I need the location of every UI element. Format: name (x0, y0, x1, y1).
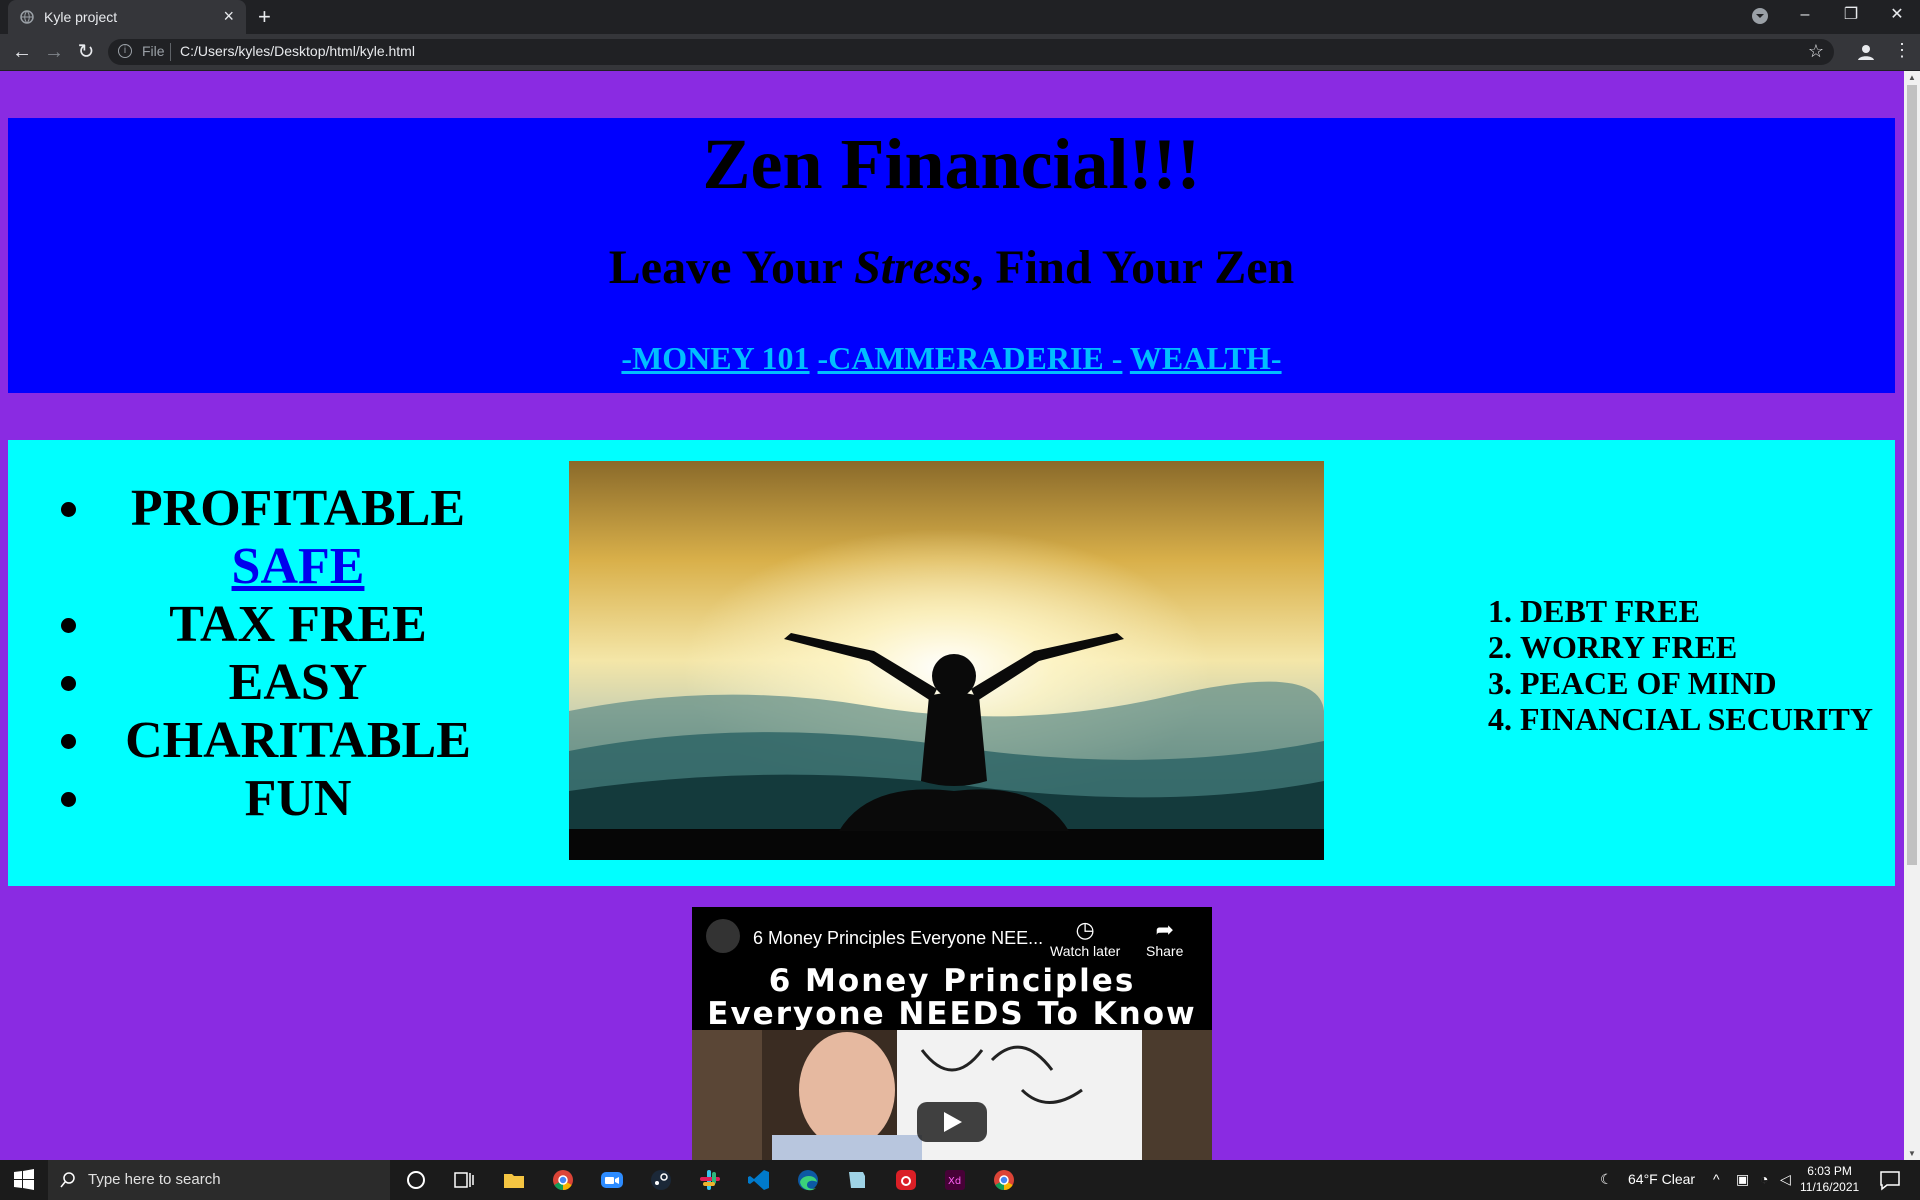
share-label: Share (1146, 943, 1184, 959)
cortana-icon[interactable] (404, 1168, 428, 1192)
slack-icon[interactable] (698, 1168, 722, 1192)
taskbar-search-box[interactable]: Type here to search (48, 1160, 390, 1200)
clock-time: 6:03 PM (1807, 1164, 1852, 1178)
volume-icon[interactable]: ◁ (1780, 1171, 1791, 1188)
reload-button[interactable]: ↻ (72, 38, 100, 66)
feature-profitable: PROFITABLE (130, 480, 466, 537)
tab-close-icon[interactable]: × (223, 6, 234, 27)
search-placeholder: Type here to search (88, 1171, 221, 1188)
tagline-emphasis: Stress (854, 241, 972, 294)
creative-cloud-icon[interactable] (894, 1168, 918, 1192)
chrome-active-icon[interactable] (992, 1168, 1016, 1192)
share-icon: ➦ (1155, 917, 1174, 942)
tagline-end: , Find Your Zen (971, 241, 1295, 294)
search-icon (60, 1172, 75, 1188)
nav-link-wealth[interactable]: WEALTH- (1130, 340, 1282, 376)
browser-tab[interactable]: Kyle project × (8, 0, 246, 34)
video-title[interactable]: 6 Money Principles Everyone NEE... (753, 928, 1043, 949)
feature-section: PROFITABLESAFE TAX FREE EASY CHARITABLE … (8, 440, 1895, 886)
benefit-item: FINANCIAL SECURITY (1520, 701, 1873, 737)
feature-item: FUN (98, 770, 498, 828)
globe-icon (20, 10, 34, 24)
svg-text:Xd: Xd (948, 1176, 961, 1187)
vertical-scrollbar[interactable]: ▲ ▼ (1904, 71, 1920, 1160)
vscode-icon[interactable] (747, 1168, 771, 1192)
chrome-icon[interactable] (551, 1168, 575, 1192)
minimize-button[interactable]: – (1782, 0, 1828, 34)
new-tab-button[interactable]: + (258, 4, 271, 30)
steam-icon[interactable] (649, 1168, 673, 1192)
nav-links: -MONEY 101 -CAMMERADERIE - WEALTH- (8, 340, 1895, 377)
windows-taskbar: Type here to search Xd ☾ 64°F Clear ^ ▣ … (0, 1160, 1920, 1200)
benefit-item: PEACE OF MIND (1520, 665, 1873, 701)
notification-icon[interactable] (1878, 1168, 1902, 1192)
benefit-item: WORRY FREE (1520, 629, 1873, 665)
weather-text[interactable]: 64°F Clear (1628, 1171, 1695, 1187)
video-thumbnail-image (692, 1030, 1212, 1160)
browser-toolbar: ← → ↻ i File C:/Users/kyles/Desktop/html… (0, 34, 1920, 71)
address-url[interactable]: C:/Users/kyles/Desktop/html/kyle.html (180, 43, 415, 59)
moon-weather-icon[interactable]: ☾ (1600, 1171, 1613, 1188)
benefit-item: DEBT FREE (1520, 593, 1873, 629)
task-view-icon[interactable] (452, 1168, 476, 1192)
nav-link-money-101[interactable]: -MONEY 101 (621, 340, 809, 376)
back-button[interactable]: ← (8, 38, 36, 66)
nav-link-cammeraderie[interactable]: -CAMMERADERIE - (818, 340, 1123, 376)
header-section: Zen Financial!!! Leave Your Stress, Find… (8, 118, 1895, 393)
tab-title: Kyle project (44, 9, 118, 25)
zoom-icon[interactable] (600, 1168, 624, 1192)
scroll-down-arrow-icon[interactable]: ▼ (1908, 1149, 1916, 1158)
feature-item: CHARITABLE (98, 712, 498, 770)
account-icon[interactable] (1857, 43, 1875, 61)
channel-avatar[interactable] (706, 919, 740, 953)
watch-later-label: Watch later (1050, 943, 1121, 959)
menu-icon[interactable]: ⋮ (1893, 40, 1911, 61)
file-explorer-icon[interactable] (502, 1168, 526, 1192)
close-window-button[interactable]: ✕ (1874, 0, 1920, 34)
page-title: Zen Financial!!! (702, 124, 1201, 204)
clock-icon: ◷ (1075, 917, 1095, 942)
scroll-up-arrow-icon[interactable]: ▲ (1908, 73, 1916, 82)
video-thumbnail-title: 6 Money Principles Everyone NEEDS To Know (692, 965, 1212, 1031)
tab-search-icon[interactable] (1752, 8, 1768, 24)
share-button[interactable]: ➦ Share (1146, 917, 1183, 959)
thumbnail-line-2: Everyone NEEDS To Know (707, 996, 1197, 1032)
tagline-start: Leave Your (608, 241, 855, 294)
clock-date: 11/16/2021 (1800, 1180, 1860, 1194)
feature-item: EASY (98, 654, 498, 712)
scrollbar-thumb[interactable] (1907, 85, 1917, 865)
chevron-up-icon[interactable]: ^ (1713, 1171, 1720, 1187)
page-viewport: Zen Financial!!! Leave Your Stress, Find… (0, 71, 1904, 1160)
tab-strip: Kyle project × + – ❐ ✕ (0, 0, 1920, 34)
bookmark-star-icon[interactable]: ☆ (1808, 41, 1824, 62)
watch-later-button[interactable]: ◷ Watch later (1050, 917, 1120, 959)
benefit-list: DEBT FREE WORRY FREE PEACE OF MIND FINAN… (1482, 593, 1873, 737)
feature-link-safe[interactable]: SAFE (232, 538, 365, 595)
feature-item: PROFITABLESAFE (98, 480, 498, 596)
notes-app-icon[interactable] (845, 1168, 869, 1192)
address-divider (170, 43, 171, 61)
thumbnail-line-1: 6 Money Principles (768, 963, 1136, 999)
forward-button[interactable]: → (40, 38, 68, 66)
network-icon[interactable]: ◔ (1760, 1171, 1768, 1187)
adobe-xd-icon[interactable]: Xd (943, 1168, 967, 1192)
address-bar[interactable]: i File C:/Users/kyles/Desktop/html/kyle.… (108, 39, 1834, 65)
restore-button[interactable]: ❐ (1828, 0, 1874, 34)
meditation-hero-image (569, 461, 1324, 860)
windows-start-icon[interactable] (12, 1168, 36, 1192)
embedded-video[interactable]: 6 Money Principles Everyone NEE... ◷ Watc… (692, 907, 1212, 1160)
system-clock[interactable]: 6:03 PM 11/16/2021 (1800, 1163, 1859, 1195)
edge-icon[interactable] (796, 1168, 820, 1192)
feature-list: PROFITABLESAFE TAX FREE EASY CHARITABLE … (48, 480, 498, 828)
file-label: File (142, 43, 165, 59)
feature-item: TAX FREE (98, 596, 498, 654)
tagline: Leave Your Stress, Find Your Zen (8, 240, 1895, 295)
meet-now-icon[interactable]: ▣ (1736, 1171, 1749, 1188)
info-icon[interactable]: i (118, 44, 132, 58)
